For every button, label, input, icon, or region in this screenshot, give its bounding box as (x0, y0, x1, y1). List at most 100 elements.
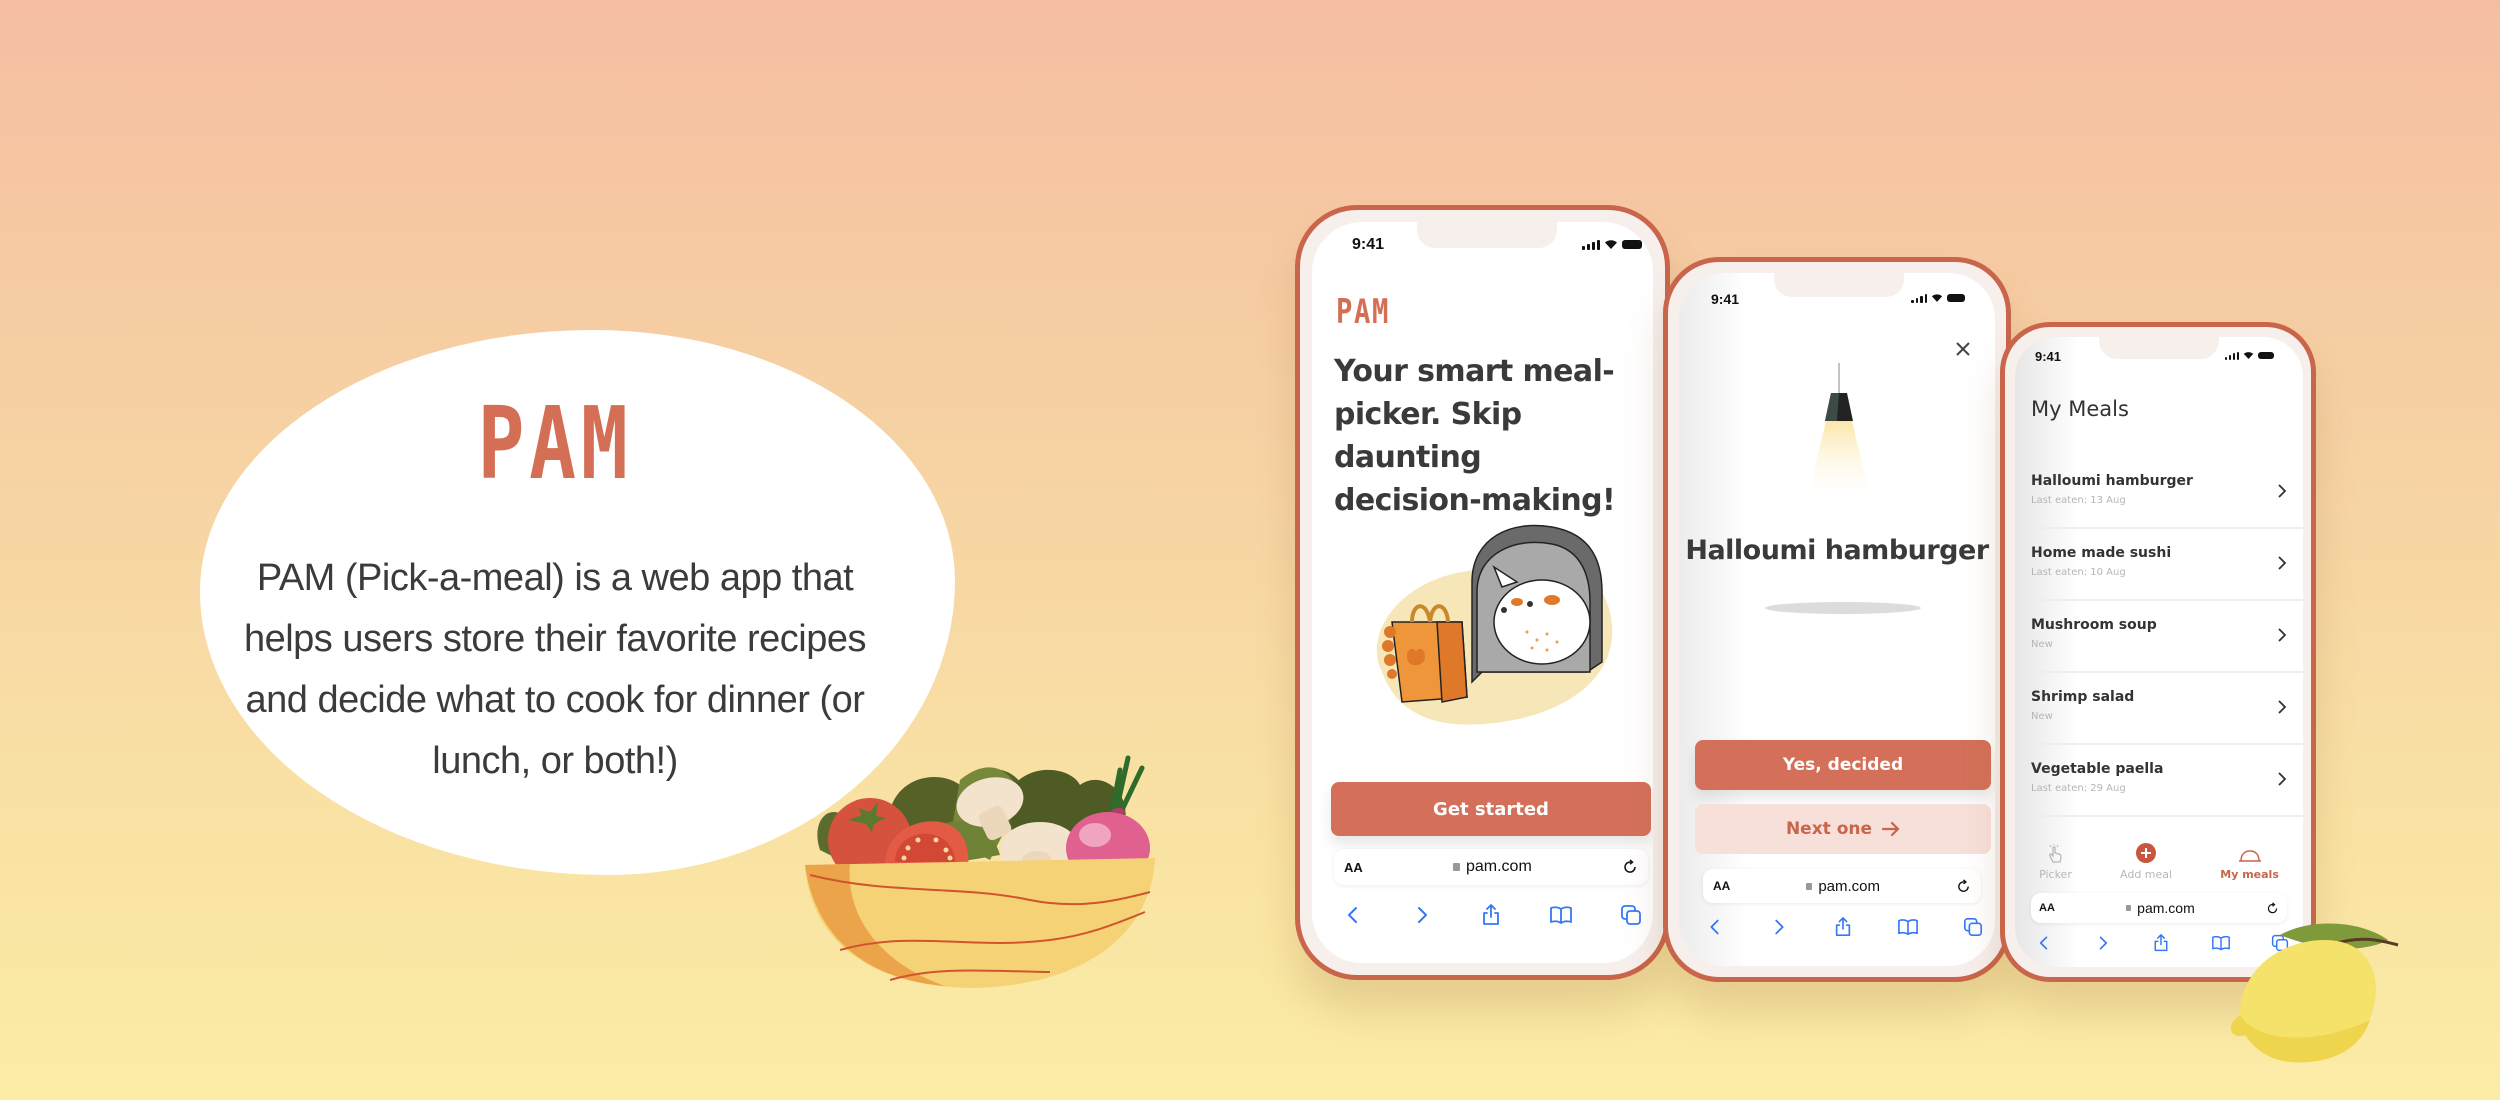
signal-icon (1582, 239, 1600, 250)
browser-url-bar[interactable]: AA pam.com (1703, 869, 1981, 903)
back-icon[interactable] (2035, 934, 2053, 952)
meal-status: Last eaten: 10 Aug (2031, 567, 2126, 578)
lemon-illustration (2230, 923, 2399, 1063)
yes-decided-button[interactable]: Yes, decided (1695, 740, 1991, 790)
url-text: pam.com (1818, 877, 1881, 895)
meal-list-item[interactable]: Halloumi hamburger Last eaten: 13 Aug (2031, 457, 2303, 529)
cat-illustration (1376, 524, 1613, 725)
battery-icon (1947, 294, 1965, 302)
text-size-button[interactable]: AA (1713, 879, 1730, 893)
meal-name: Mushroom soup (2031, 617, 2157, 633)
brand-logo: PAM (477, 385, 633, 502)
status-icons (1911, 293, 1965, 303)
status-time: 9:41 (1352, 236, 1385, 253)
share-icon[interactable] (1833, 916, 1853, 938)
chevron-right-icon (2278, 628, 2287, 642)
signal-icon (1911, 293, 1927, 303)
meal-status: Last eaten: 29 Aug (2031, 783, 2126, 794)
meal-name: Vegetable paella (2031, 761, 2164, 777)
wifi-icon (1605, 240, 1617, 249)
tap-hand-icon (2049, 844, 2063, 863)
meal-name: Home made sushi (2031, 545, 2172, 561)
tabs-icon[interactable] (1963, 917, 1983, 937)
meal-title: Halloumi hamburger (1685, 535, 1989, 566)
bookmarks-icon[interactable] (1549, 904, 1573, 926)
browser-toolbar (1705, 913, 1983, 941)
text-size-button[interactable]: AA (2039, 902, 2055, 914)
forward-icon[interactable] (1411, 904, 1433, 926)
welcome-screen: 9:41 PAM Your smart meal- picker. Skip d… (1312, 222, 1653, 963)
lock-icon (1452, 863, 1460, 871)
meal-name: Halloumi hamburger (2031, 473, 2193, 489)
status-icons (1582, 239, 1642, 250)
lock-icon (2126, 905, 2132, 911)
tabs-icon[interactable] (1620, 904, 1642, 926)
chevron-right-icon (2278, 484, 2287, 498)
wifi-icon (1931, 294, 1943, 302)
meals-list: Halloumi hamburger Last eaten: 13 Aug Ho… (2031, 457, 2303, 817)
battery-icon (2258, 352, 2274, 359)
share-icon[interactable] (2152, 933, 2170, 953)
chevron-right-icon (2278, 556, 2287, 570)
bookmarks-icon[interactable] (1897, 917, 1919, 937)
battery-icon (1622, 240, 1642, 249)
close-icon[interactable] (1955, 341, 1971, 357)
url-display: pam.com (1452, 858, 1532, 876)
phone-welcome: 9:41 PAM Your smart meal- picker. Skip d… (1295, 205, 1670, 980)
headline-line: picker. Skip daunting (1334, 397, 1522, 475)
meal-list-item[interactable]: Vegetable paella Last eaten: 29 Aug (2031, 745, 2303, 817)
notch (2099, 337, 2219, 359)
url-text: pam.com (1465, 858, 1532, 875)
headline-line: decision-making! (1334, 483, 1616, 518)
picker-screen: 9:41 Halloumi hamburger Yes, decided Nex… (1679, 273, 1995, 966)
bottom-tab-bar: Picker Add meal My meals (2015, 837, 2303, 881)
chevron-right-icon (2278, 772, 2287, 786)
browser-toolbar (1342, 900, 1642, 930)
headline-line: Your smart meal- (1334, 354, 1615, 389)
get-started-button[interactable]: Get started (1331, 782, 1651, 836)
tab-picker[interactable]: Picker (2039, 844, 2072, 881)
meal-list-item[interactable]: Shrimp salad New (2031, 673, 2303, 745)
plus-circle-icon (2136, 843, 2157, 863)
tab-add-meal[interactable]: Add meal (2120, 842, 2172, 881)
next-one-button[interactable]: Next one (1695, 804, 1991, 854)
meal-name: Shrimp salad (2031, 689, 2135, 705)
status-icons (2225, 351, 2274, 360)
notch (1774, 273, 1904, 297)
back-icon[interactable] (1705, 917, 1725, 937)
wifi-icon (2243, 352, 2254, 360)
forward-icon[interactable] (1769, 917, 1789, 937)
url-text: pam.com (2137, 900, 2195, 916)
my-meals-screen: 9:41 My Meals Halloumi hamburger Last ea… (2015, 337, 2303, 967)
meal-list-item[interactable]: Home made sushi Last eaten: 10 Aug (2031, 529, 2303, 601)
url-display: pam.com (1806, 878, 1880, 895)
notch (1417, 222, 1557, 248)
reload-icon[interactable] (1622, 859, 1638, 875)
next-one-label: Next one (1785, 819, 1873, 839)
meal-status: New (2031, 639, 2053, 650)
back-icon[interactable] (1342, 904, 1364, 926)
cloche-icon (2238, 850, 2261, 862)
tab-my-meals[interactable]: My meals (2220, 848, 2279, 881)
app-description: PAM (Pick-a-meal) is a web app that help… (243, 557, 867, 782)
reload-icon[interactable] (1956, 878, 1971, 894)
signal-icon (2225, 351, 2239, 360)
share-icon[interactable] (1480, 903, 1502, 927)
browser-url-bar[interactable]: AA pam.com (1334, 849, 1648, 885)
phone-my-meals: 9:41 My Meals Halloumi hamburger Last ea… (2000, 322, 2316, 982)
chevron-right-icon (2278, 700, 2287, 714)
phone-picker: 9:41 Halloumi hamburger Yes, decided Nex… (1663, 257, 2011, 982)
status-time: 9:41 (1711, 291, 1740, 307)
tab-label: Add meal (2120, 868, 2173, 881)
tab-label: Picker (2039, 868, 2072, 881)
tab-label: My meals (2220, 868, 2279, 881)
meal-list-item[interactable]: Mushroom soup New (2031, 601, 2303, 673)
my-meals-title: My Meals (2031, 397, 2129, 421)
lock-icon (1806, 882, 1813, 890)
meal-status: Last eaten: 13 Aug (2031, 495, 2126, 506)
url-display: pam.com (2126, 900, 2195, 916)
forward-icon[interactable] (2094, 934, 2112, 952)
text-size-button[interactable]: AA (1344, 860, 1363, 875)
salad-bowl-illustration (805, 755, 1155, 988)
hanging-lamp-illustration (1809, 363, 1869, 493)
